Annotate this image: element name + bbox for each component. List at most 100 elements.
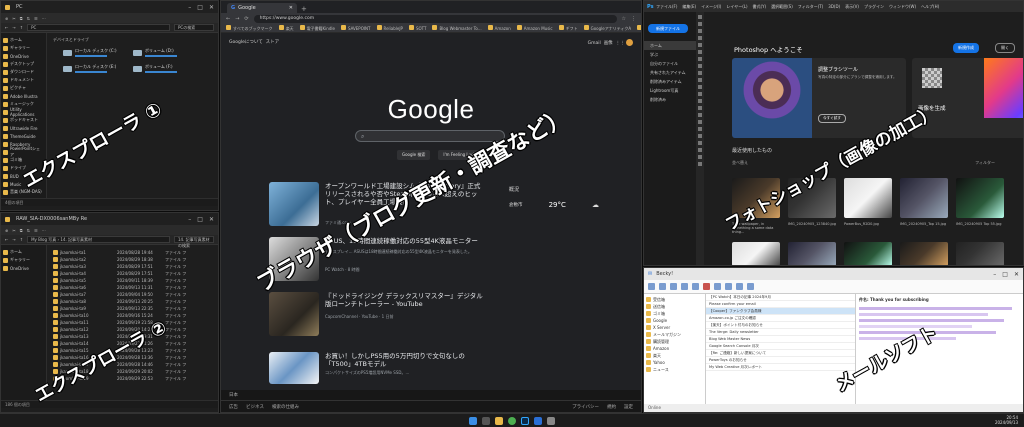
recent-file-thumbnail[interactable]: [788, 242, 836, 265]
file-row[interactable]: jkaomkai-ta4 2024/08/29 17:51 ファイル フ: [53, 270, 212, 277]
bookmark-item[interactable]: 楽天: [278, 24, 294, 32]
mail-message-row[interactable]: Please confirm your email: [706, 301, 855, 308]
footer-link[interactable]: 検索の仕組み: [272, 404, 299, 410]
bookmark-item[interactable]: SAVEPOINT: [340, 25, 371, 31]
address-book-icon[interactable]: [747, 283, 754, 290]
avatar[interactable]: [626, 39, 633, 46]
new-icon[interactable]: ⊕: [5, 228, 8, 233]
menu-icon[interactable]: ⋮: [631, 16, 636, 22]
view-icon[interactable]: ☰: [34, 16, 38, 21]
bookmark-item[interactable]: ギフト: [558, 24, 578, 32]
new-tab-icon[interactable]: +: [301, 5, 307, 13]
mail-message-row[interactable]: Amazon.co.jp ご注文の確認: [706, 315, 855, 322]
try-now-button[interactable]: 今すぐ試す: [818, 114, 846, 123]
file-explorer-icon[interactable]: [495, 416, 503, 425]
file-row[interactable]: jkaomkai-ta10 2024/09/16 15:24 ファイル フ: [53, 312, 212, 319]
ps-sidebar-item[interactable]: ホーム: [644, 41, 696, 50]
menu-item[interactable]: ウィンドウ(W): [889, 4, 916, 10]
recent-file-thumbnail[interactable]: [844, 178, 892, 218]
cut-icon[interactable]: ✂: [12, 228, 15, 233]
menu-item[interactable]: イメージ(I): [701, 4, 721, 10]
menu-item[interactable]: 編集(E): [682, 4, 696, 10]
apps-icon[interactable]: ⋮⋮: [616, 41, 625, 46]
file-row[interactable]: jkaomkai-ta9 2024/09/13 22:35 ファイル フ: [53, 305, 212, 312]
app-icon[interactable]: [547, 416, 555, 425]
mail-folder[interactable]: 送信箱: [646, 303, 703, 310]
maximize-icon[interactable]: □: [197, 4, 203, 11]
menu-item[interactable]: 表示(V): [845, 4, 859, 10]
menu-item[interactable]: 書式(Y): [753, 4, 767, 10]
menu-item[interactable]: ヘルプ(H): [921, 4, 939, 10]
search-icon[interactable]: [482, 416, 490, 425]
bookmark-item[interactable]: SOTT: [408, 25, 426, 31]
forward-icon[interactable]: [692, 283, 699, 290]
copy-icon[interactable]: ⧉: [20, 228, 23, 233]
mail-message-row[interactable]: The Verge: Daily newsletter: [706, 329, 855, 336]
reply-icon[interactable]: [670, 283, 677, 290]
forward-icon[interactable]: →: [12, 25, 15, 30]
store-link[interactable]: ストア: [266, 40, 280, 45]
drive-item[interactable]: ローカル ディスク (C:): [63, 48, 123, 57]
mail-folder[interactable]: Google: [646, 317, 703, 324]
mail-titlebar[interactable]: ✉ Becky! – □ ✕: [644, 268, 1023, 280]
file-row[interactable]: jkaomkai-ta2 2024/08/29 18:38 ファイル フ: [53, 256, 212, 263]
about-link[interactable]: Googleについて: [229, 40, 263, 45]
bookmark-item[interactable]: ReliableJP: [376, 25, 403, 31]
mail-folder[interactable]: 購読管理: [646, 338, 703, 345]
bookmark-item[interactable]: Amazon Music: [516, 25, 553, 31]
new-icon[interactable]: ⊕: [5, 16, 8, 21]
google-search-button[interactable]: Google 検索: [397, 150, 431, 160]
mail-folder[interactable]: ゴミ箱: [646, 310, 703, 317]
reload-icon[interactable]: ⟳: [244, 16, 248, 22]
ps-sidebar-item[interactable]: Lightroom写真: [644, 86, 696, 95]
up-icon[interactable]: ↑: [20, 25, 23, 30]
file-row[interactable]: jkaomkai-ta1 2024/08/28 19:44 ファイル フ: [53, 249, 212, 256]
mail-message-row[interactable]: 【Re: ご連絡】新しい提案について: [706, 350, 855, 357]
back-icon[interactable]: ←: [226, 16, 230, 22]
chrome-icon[interactable]: [508, 416, 516, 425]
mail-message-row[interactable]: 【Cooper】ファンクラブ会員様: [706, 308, 855, 315]
browser-tab[interactable]: G Google ✕: [227, 3, 297, 13]
ps-sidebar-item[interactable]: 削除済みアイテム: [644, 77, 696, 86]
bookmark-item[interactable]: 電子書籍Kindle: [299, 24, 335, 32]
bookmark-item[interactable]: MAGTULAB: [637, 25, 641, 31]
sidebar-item[interactable]: ギャラリー: [3, 256, 44, 264]
footer-link[interactable]: 設定: [624, 404, 633, 410]
star-icon[interactable]: ☆: [622, 16, 626, 22]
bookmark-item[interactable]: GoogleアナリティクA: [583, 24, 631, 32]
back-icon[interactable]: ←: [5, 237, 8, 242]
forward-icon[interactable]: →: [12, 237, 15, 242]
explorer-2-breadcrumb[interactable]: My Blog 写真 › 14. 記事写真素材: [27, 236, 170, 243]
delete-icon[interactable]: [703, 283, 710, 290]
reply-all-icon[interactable]: [681, 283, 688, 290]
maximize-icon[interactable]: □: [1002, 271, 1008, 278]
file-row[interactable]: jkaomkai-ta5 2024/09/11 18:39 ファイル フ: [53, 277, 212, 284]
file-row[interactable]: jkaomkai-ta6 2024/09/13 11:31 ファイル フ: [53, 284, 212, 291]
address-bar[interactable]: https://www.google.com: [253, 14, 617, 23]
ps-new-button[interactable]: 新規作成: [953, 43, 979, 53]
menu-item[interactable]: フィルター(T): [798, 4, 823, 10]
ps-sidebar-item[interactable]: 削除済み: [644, 95, 696, 104]
explorer-1-search[interactable]: PCの検索: [174, 24, 214, 31]
footer-link[interactable]: プライバシー: [572, 404, 599, 410]
copy-icon[interactable]: ⧉: [20, 16, 23, 21]
ps-open-button[interactable]: 開く: [995, 43, 1015, 53]
view-icon[interactable]: ☰: [34, 228, 38, 233]
bookmark-item[interactable]: すべてのブックマーク: [226, 24, 273, 32]
close-tab-icon[interactable]: ✕: [289, 5, 293, 11]
back-icon[interactable]: ←: [5, 25, 8, 30]
filter-icon[interactable]: [736, 283, 743, 290]
minimize-icon[interactable]: –: [188, 216, 191, 223]
explorer-2-titlebar[interactable]: RAW_SIA-DX0006sanMBy Re – □ ✕: [1, 213, 218, 225]
menu-item[interactable]: プラグイン: [864, 4, 884, 10]
file-row[interactable]: jkaomkai-ta11 2024/09/19 21:58 ファイル フ: [53, 319, 212, 326]
start-icon[interactable]: [469, 416, 477, 425]
sort-icon[interactable]: ⇅: [27, 228, 30, 233]
sidebar-item[interactable]: OneDrive: [3, 52, 44, 60]
sidebar-item[interactable]: Adobe Illustra: [3, 92, 44, 100]
mail-icon[interactable]: [534, 416, 542, 425]
feed-card-3[interactable]: 『ドッドライジング デラックスリマスター』デジタル版ローンチトレーラー - Yo…: [269, 292, 489, 342]
receive-icon[interactable]: [648, 283, 655, 290]
sidebar-item[interactable]: ホーム: [3, 248, 44, 256]
recent-file-thumbnail[interactable]: [732, 242, 780, 265]
